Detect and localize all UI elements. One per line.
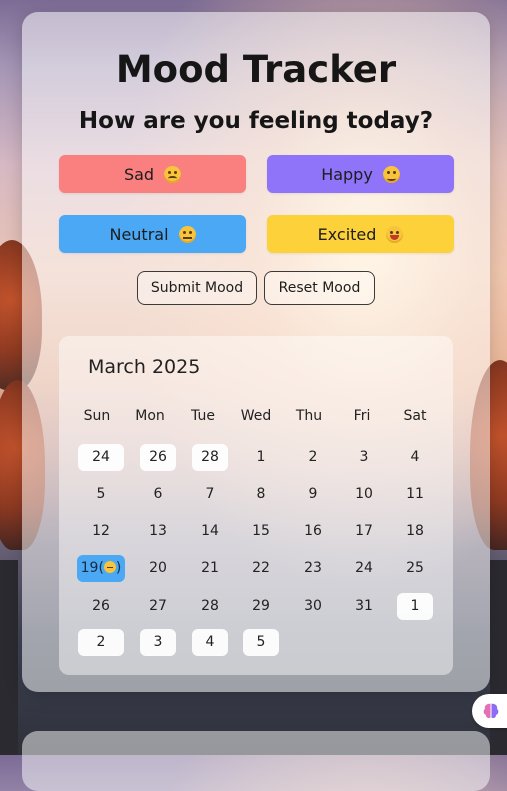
- calendar-day[interactable]: 31: [341, 593, 387, 620]
- calendar-day[interactable]: 12: [78, 518, 124, 545]
- calendar-day[interactable]: 30: [290, 593, 336, 620]
- mood-calendar: March 2025 Sun Mon Tue Wed Thu Fri Sat 2…: [59, 336, 453, 675]
- calendar-day[interactable]: 24: [341, 555, 387, 582]
- mood-label: Sad: [123, 164, 155, 184]
- calendar-day[interactable]: 4: [392, 444, 438, 471]
- reset-mood-button[interactable]: Reset Mood: [264, 271, 375, 305]
- weekday-header: Wed: [240, 408, 272, 424]
- neutral-face-icon: [103, 561, 116, 573]
- calendar-day[interactable]: 17: [341, 518, 387, 545]
- calendar-day[interactable]: 16: [290, 518, 336, 545]
- calendar-day[interactable]: 6: [135, 481, 181, 508]
- calendar-day[interactable]: 3: [140, 629, 176, 656]
- weekday-header: Mon: [135, 408, 165, 424]
- weekday-header: Sat: [403, 408, 427, 424]
- calendar-day[interactable]: 5: [78, 481, 124, 508]
- calendar-day[interactable]: 26: [78, 593, 124, 620]
- mood-button-excited[interactable]: Excited: [267, 215, 454, 253]
- calendar-day-number: 19(: [80, 560, 104, 576]
- mood-label: Excited: [317, 224, 377, 244]
- calendar-day[interactable]: 29: [238, 593, 284, 620]
- page-subtitle: How are you feeling today?: [78, 108, 434, 134]
- mood-button-sad[interactable]: Sad: [59, 155, 246, 193]
- calendar-day[interactable]: 23: [290, 555, 336, 582]
- calendar-day[interactable]: 3: [341, 444, 387, 471]
- sad-face-icon: [164, 165, 182, 183]
- mood-button-happy[interactable]: Happy: [267, 155, 454, 193]
- calendar-day-suffix: ): [115, 560, 122, 576]
- calendar-day[interactable]: 1: [397, 593, 433, 620]
- brain-icon: [483, 703, 499, 719]
- mood-label: Neutral: [109, 224, 169, 244]
- calendar-day[interactable]: 22: [238, 555, 284, 582]
- assistant-button[interactable]: [472, 694, 507, 728]
- mood-label: Happy: [321, 164, 373, 184]
- calendar-day[interactable]: 5: [243, 629, 279, 656]
- calendar-day[interactable]: 11: [392, 481, 438, 508]
- calendar-day[interactable]: 10: [341, 481, 387, 508]
- calendar-month-label: March 2025: [88, 356, 201, 378]
- calendar-day[interactable]: 18: [392, 518, 438, 545]
- weekday-header: Sun: [83, 408, 111, 424]
- calendar-day[interactable]: 24: [78, 444, 124, 471]
- calendar-day[interactable]: 2: [290, 444, 336, 471]
- weekday-header: Thu: [295, 408, 323, 424]
- calendar-day[interactable]: 7: [187, 481, 233, 508]
- neutral-face-icon: [178, 225, 196, 243]
- calendar-day[interactable]: 25: [392, 555, 438, 582]
- submit-mood-button[interactable]: Submit Mood: [137, 271, 257, 305]
- secondary-card: [22, 731, 490, 791]
- calendar-day[interactable]: 28: [192, 444, 228, 471]
- mood-button-neutral[interactable]: Neutral: [59, 215, 246, 253]
- calendar-day[interactable]: 2: [78, 629, 124, 656]
- weekday-header: Fri: [353, 408, 371, 424]
- calendar-day-selected[interactable]: 19(): [77, 555, 125, 582]
- calendar-day[interactable]: 15: [238, 518, 284, 545]
- calendar-day[interactable]: 8: [238, 481, 284, 508]
- calendar-day[interactable]: 14: [187, 518, 233, 545]
- weekday-header: Tue: [191, 408, 215, 424]
- calendar-day[interactable]: 28: [187, 593, 233, 620]
- calendar-day[interactable]: 21: [187, 555, 233, 582]
- calendar-day[interactable]: 20: [135, 555, 181, 582]
- calendar-day[interactable]: 26: [140, 444, 176, 471]
- background-trunk: [0, 560, 18, 755]
- calendar-day[interactable]: 4: [192, 629, 228, 656]
- calendar-day[interactable]: 27: [135, 593, 181, 620]
- page-title: Mood Tracker: [115, 48, 397, 91]
- calendar-day[interactable]: 1: [238, 444, 284, 471]
- calendar-day[interactable]: 9: [290, 481, 336, 508]
- smiling-face-icon: [382, 165, 400, 183]
- calendar-day[interactable]: 13: [135, 518, 181, 545]
- tongue-face-icon: [386, 225, 404, 243]
